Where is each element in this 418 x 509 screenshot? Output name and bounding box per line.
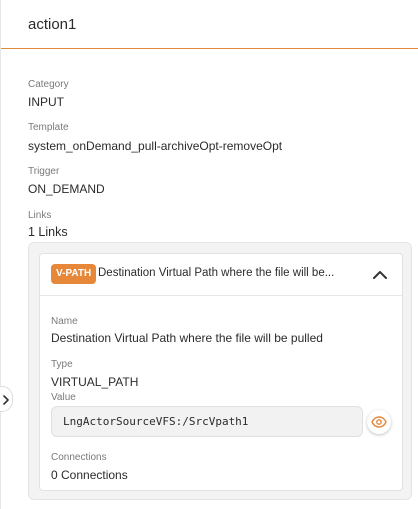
type-label: Type — [51, 359, 73, 370]
value-field[interactable]: LngActorSourceVFS:/SrcVpath1 — [51, 406, 363, 437]
eye-icon — [371, 416, 387, 428]
chevron-up-icon — [373, 271, 387, 279]
category-value: INPUT — [28, 95, 64, 109]
chevron-right-icon — [3, 395, 9, 405]
template-value: system_onDemand_pull-archiveOpt-removeOp… — [28, 139, 283, 153]
side-panel-toggle[interactable] — [0, 386, 13, 412]
collapse-button[interactable] — [370, 266, 390, 284]
reveal-value-button[interactable] — [367, 410, 391, 434]
vpath-badge: V-PATH — [51, 264, 97, 284]
link-card-header[interactable]: V-PATH Destination Virtual Path where th… — [40, 254, 402, 296]
connections-value: 0 Connections — [51, 468, 128, 482]
link-card-title: Destination Virtual Path where the file … — [98, 267, 335, 279]
type-value: VIRTUAL_PATH — [51, 375, 139, 389]
links-count: 1 Links — [28, 225, 68, 239]
link-card: V-PATH Destination Virtual Path where th… — [39, 253, 403, 491]
category-label: Category — [28, 79, 69, 90]
page-title: action1 — [28, 16, 77, 33]
connections-label: Connections — [51, 452, 107, 463]
links-container: V-PATH Destination Virtual Path where th… — [28, 242, 412, 500]
details-panel: action1 Category INPUT Template system_o… — [0, 0, 418, 509]
name-label: Name — [51, 316, 78, 327]
template-label: Template — [28, 122, 69, 133]
panel-header: action1 — [1, 0, 418, 49]
name-value: Destination Virtual Path where the file … — [51, 331, 323, 345]
trigger-label: Trigger — [28, 166, 60, 177]
value-label: Value — [51, 392, 76, 403]
trigger-value: ON_DEMAND — [28, 182, 105, 196]
links-label: Links — [28, 210, 52, 221]
